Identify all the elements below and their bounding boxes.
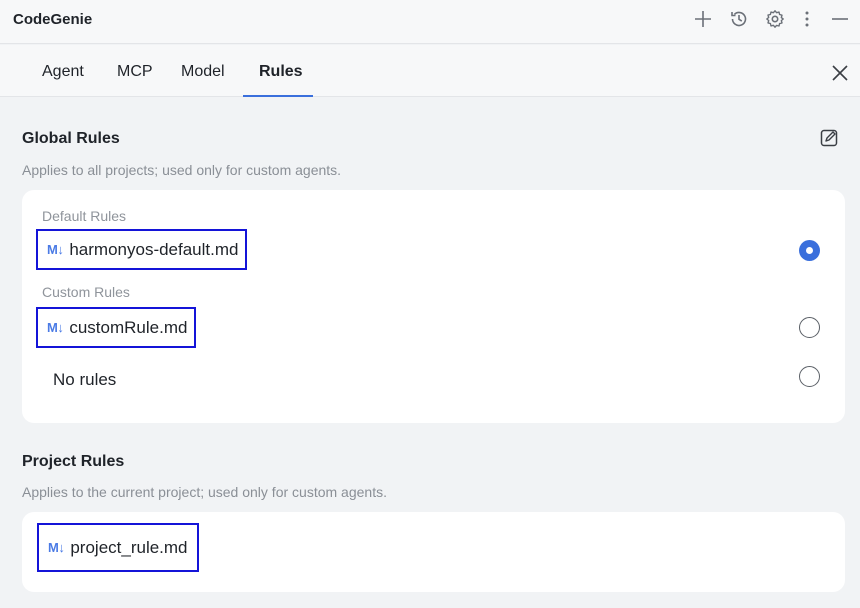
radio-custom-rule[interactable]	[799, 317, 820, 338]
markdown-icon: M↓	[47, 320, 64, 335]
rule-item-no-rules[interactable]: No rules	[53, 370, 116, 390]
title-bar: CodeGenie	[0, 0, 860, 44]
custom-rules-label: Custom Rules	[42, 284, 130, 300]
edit-icon[interactable]	[819, 128, 839, 148]
close-icon[interactable]	[830, 63, 850, 83]
project-rules-title: Project Rules	[22, 453, 125, 470]
project-rules-description: Applies to the current project; used onl…	[22, 484, 387, 500]
rule-item-label: customRule.md	[69, 317, 188, 337]
rule-item-label: harmonyos-default.md	[69, 239, 239, 259]
global-rules-description: Applies to all projects; used only for c…	[22, 162, 342, 178]
project-rules-card: M↓ project_rule.md	[22, 512, 845, 592]
tab-rules[interactable]: Rules	[243, 45, 313, 97]
history-icon[interactable]	[728, 8, 750, 30]
markdown-icon: M↓	[47, 242, 64, 257]
rule-item-harmonyos-default[interactable]: M↓ harmonyos-default.md	[36, 229, 248, 270]
rules-panel: Global Rules Applies to all projects; us…	[0, 98, 860, 608]
gear-icon[interactable]	[764, 8, 786, 30]
plus-icon[interactable]	[692, 8, 714, 30]
radio-harmonyos-default[interactable]	[799, 240, 820, 261]
tab-model[interactable]: Model	[165, 45, 241, 97]
minimize-icon[interactable]	[829, 8, 851, 30]
default-rules-label: Default Rules	[42, 208, 127, 224]
rule-item-project-rule[interactable]: M↓ project_rule.md	[37, 523, 199, 572]
settings-tab-bar: Agent MCP Model Rules	[0, 45, 860, 97]
rule-item-label: project_rule.md	[70, 537, 188, 557]
markdown-icon: M↓	[48, 540, 65, 555]
radio-no-rules[interactable]	[799, 366, 820, 387]
tab-agent[interactable]: Agent	[26, 45, 100, 97]
app-title: CodeGenie	[13, 11, 93, 28]
global-rules-card: Default Rules M↓ harmonyos-default.md Cu…	[22, 190, 845, 423]
global-rules-title: Global Rules	[22, 130, 120, 147]
tab-mcp[interactable]: MCP	[101, 45, 169, 97]
more-vertical-icon[interactable]	[796, 8, 818, 30]
rule-item-custom-rule[interactable]: M↓ customRule.md	[36, 307, 197, 348]
rule-item-label: No rules	[53, 370, 117, 389]
